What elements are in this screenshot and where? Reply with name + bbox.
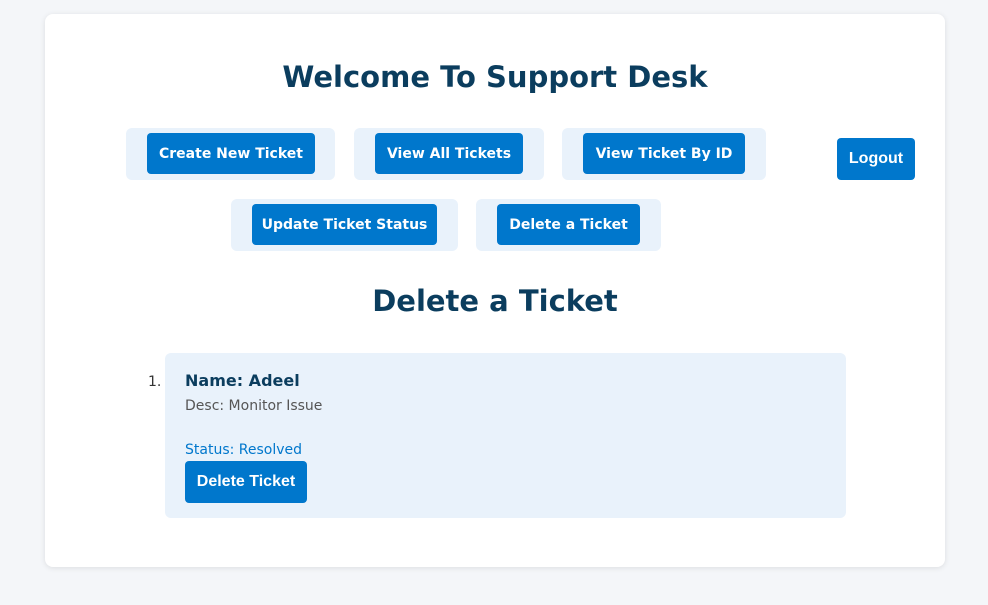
view-by-id-tile: View Ticket By ID [562, 128, 766, 180]
update-ticket-status-button[interactable]: Update Ticket Status [252, 204, 437, 245]
create-ticket-tile: Create New Ticket [126, 128, 335, 180]
update-status-tile: Update Ticket Status [231, 199, 458, 251]
delete-ticket-tile: Delete a Ticket [476, 199, 661, 251]
view-all-tile: View All Tickets [354, 128, 544, 180]
ticket-name: Name: Adeel [185, 371, 300, 390]
delete-ticket-button[interactable]: Delete Ticket [185, 461, 307, 503]
list-item-number: 1. [148, 374, 162, 390]
view-ticket-by-id-button[interactable]: View Ticket By ID [583, 133, 745, 174]
section-title: Delete a Ticket [372, 284, 618, 318]
main-card: Welcome To Support Desk Create New Ticke… [45, 14, 945, 567]
page-title: Welcome To Support Desk [282, 60, 708, 94]
ticket-status: Status: Resolved [185, 442, 303, 458]
logout-button[interactable]: Logout [837, 138, 915, 180]
ticket-item: Name: Adeel Desc: Monitor Issue Status: … [165, 353, 846, 518]
create-ticket-button[interactable]: Create New Ticket [147, 133, 315, 174]
view-all-tickets-button[interactable]: View All Tickets [375, 133, 523, 174]
ticket-description: Desc: Monitor Issue [185, 398, 323, 414]
delete-a-ticket-button[interactable]: Delete a Ticket [497, 204, 640, 245]
